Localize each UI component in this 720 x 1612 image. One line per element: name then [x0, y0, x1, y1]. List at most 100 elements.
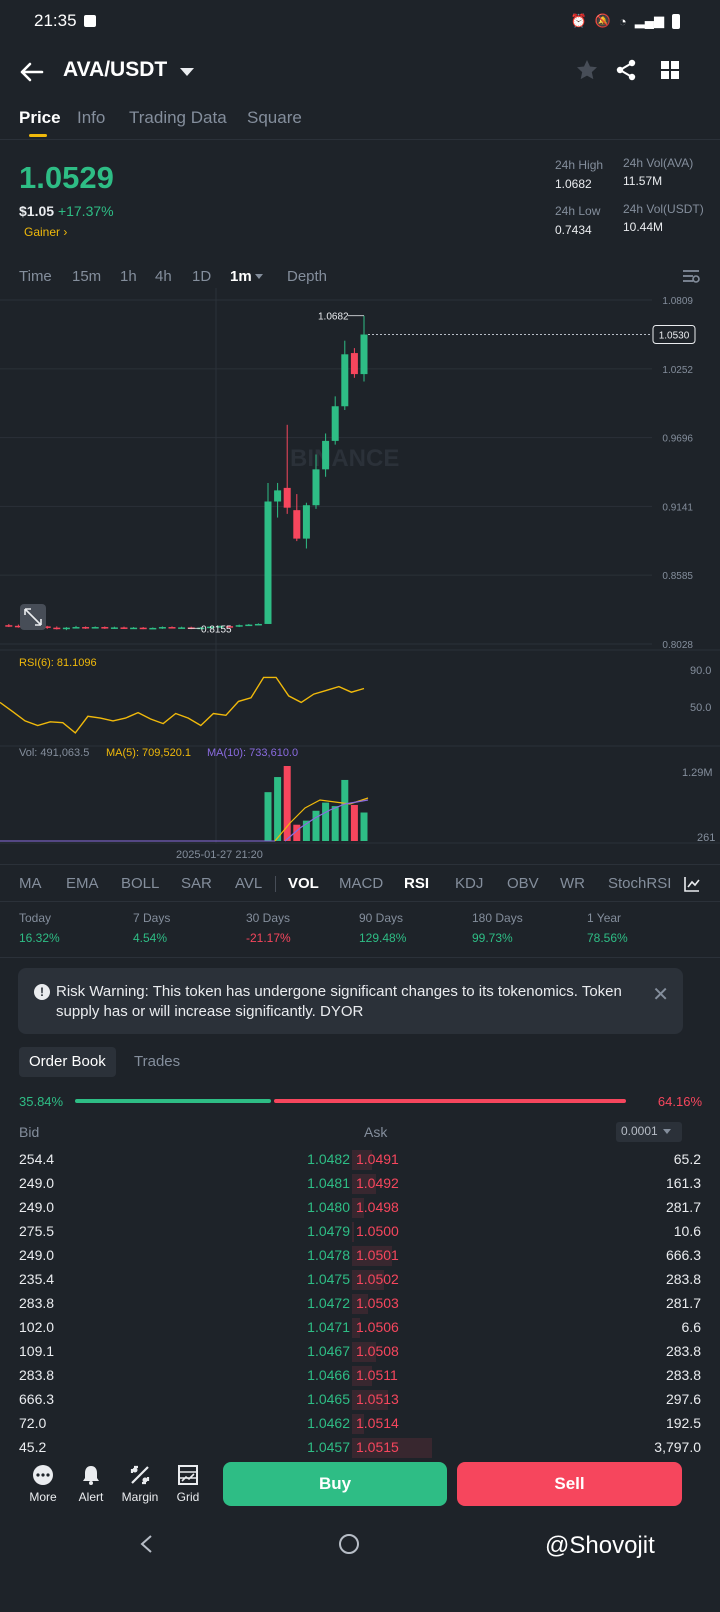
bid-quantity: 283.8 [19, 1295, 55, 1311]
order-book-row[interactable]: 283.8 1.0466 1.0511 283.8 [0, 1364, 720, 1388]
more-label: More [29, 1490, 57, 1504]
ask-ratio-bar [274, 1099, 626, 1103]
more-button[interactable]: More [18, 1464, 68, 1504]
candle-body [293, 510, 301, 539]
close-icon[interactable]: ✕ [652, 982, 669, 1007]
interval-1h[interactable]: 1h [120, 268, 137, 285]
interval-depth[interactable]: Depth [287, 268, 327, 285]
pair-title[interactable]: AVA/USDT [63, 58, 167, 82]
ask-price: 1.0501 [356, 1247, 399, 1263]
order-book-row[interactable]: 249.0 1.0478 1.0501 666.3 [0, 1244, 720, 1268]
order-book-row[interactable]: 283.8 1.0472 1.0503 281.7 [0, 1292, 720, 1316]
price-chart[interactable]: BINANCE 1.0809 1.0252 0.9696 0.9141 0.8585 0.… [0, 288, 720, 862]
grid-layout-icon[interactable] [658, 58, 682, 82]
indicator-avl[interactable]: AVL [235, 875, 262, 892]
ask-quantity: 297.6 [665, 1391, 701, 1407]
warning-icon: ! [34, 984, 50, 1000]
sell-button[interactable]: Sell [457, 1462, 682, 1506]
nav-back-icon[interactable] [138, 1534, 154, 1554]
tab-price[interactable]: Price [19, 108, 61, 128]
volume-bar [360, 812, 368, 841]
indicator-settings-icon[interactable] [684, 876, 700, 892]
candle-body [5, 625, 13, 627]
wifi-icon: ◔ [618, 13, 627, 29]
back-arrow-icon[interactable] [18, 60, 44, 84]
candle-body [360, 334, 368, 375]
high-label: 24h High [555, 158, 604, 172]
order-book-row[interactable]: 102.0 1.0471 1.0506 6.6 [0, 1316, 720, 1340]
order-book-row[interactable]: 72.0 1.0462 1.0514 192.5 [0, 1412, 720, 1436]
order-book-row[interactable]: 45.2 1.0457 1.0515 3,797.0 [0, 1436, 720, 1458]
bid-quantity: 249.0 [19, 1247, 55, 1263]
indicator-wr[interactable]: WR [560, 875, 585, 892]
indicator-ma[interactable]: MA [19, 875, 42, 892]
risk-warning-text: Risk Warning: This token has undergone s… [56, 983, 622, 1020]
star-icon[interactable] [575, 58, 599, 82]
indicator-ema[interactable]: EMA [66, 875, 99, 892]
low-value: 0.7434 [555, 223, 592, 237]
chart-settings-icon[interactable] [682, 268, 700, 284]
tab-order-book[interactable]: Order Book [19, 1047, 116, 1077]
indicator-macd[interactable]: MACD [339, 875, 383, 892]
ask-quantity: 281.7 [665, 1295, 701, 1311]
buy-button[interactable]: Buy [223, 1462, 447, 1506]
bid-price: 1.0481 [307, 1175, 350, 1191]
order-book-row[interactable]: 666.3 1.0465 1.0513 297.6 [0, 1388, 720, 1412]
bid-price: 1.0467 [307, 1343, 350, 1359]
usd-price-line: $1.05 +17.37% [19, 203, 114, 219]
precision-caret-icon[interactable] [663, 1129, 671, 1134]
bid-price: 1.0478 [307, 1247, 350, 1263]
nav-home-icon[interactable] [338, 1533, 360, 1555]
interval-time[interactable]: Time [19, 268, 52, 285]
vol-quote-label: 24h Vol(USDT) [623, 202, 704, 216]
indicator-rsi[interactable]: RSI [404, 875, 429, 892]
margin-button[interactable]: Margin [115, 1464, 165, 1504]
pair-dropdown-icon[interactable] [180, 68, 194, 76]
last-price: 1.0529 [19, 160, 114, 195]
perf-label-180d: 180 Days [472, 911, 523, 925]
vol-quote-value: 10.44M [623, 220, 664, 234]
interval-4h[interactable]: 4h [155, 268, 172, 285]
status-time: 21:35 [34, 11, 77, 30]
candle-body [53, 627, 61, 630]
indicator-obv[interactable]: OBV [507, 875, 539, 892]
ask-quantity: 283.8 [665, 1271, 701, 1287]
tab-info[interactable]: Info [77, 108, 105, 128]
ask-price: 1.0498 [356, 1199, 399, 1215]
candle-body [101, 627, 109, 629]
bid-price: 1.0462 [307, 1415, 350, 1431]
interval-1d[interactable]: 1D [192, 268, 211, 285]
bid-price: 1.0466 [307, 1367, 350, 1383]
alert-button[interactable]: Alert [66, 1464, 116, 1504]
precision-dropdown[interactable]: 0.0001 [616, 1122, 682, 1142]
indicator-sar[interactable]: SAR [181, 875, 212, 892]
main-tabs: Price Info Trading Data Square [0, 100, 720, 140]
tab-trading-data[interactable]: Trading Data [129, 108, 227, 128]
interval-caret-icon[interactable] [255, 274, 263, 279]
tab-trades[interactable]: Trades [124, 1047, 190, 1077]
ask-quantity: 3,797.0 [654, 1439, 701, 1455]
perf-value-30d: -21.17% [246, 931, 291, 945]
indicator-kdj[interactable]: KDJ [455, 875, 483, 892]
order-book-row[interactable]: 249.0 1.0481 1.0492 161.3 [0, 1172, 720, 1196]
active-tab-indicator [29, 134, 47, 137]
indicator-stochrsi[interactable]: StochRSI [608, 875, 671, 892]
share-icon[interactable] [614, 58, 638, 82]
order-book-row[interactable]: 275.5 1.0479 1.0500 10.6 [0, 1220, 720, 1244]
order-book-row[interactable]: 109.1 1.0467 1.0508 283.8 [0, 1340, 720, 1364]
indicator-boll[interactable]: BOLL [121, 875, 159, 892]
interval-1m[interactable]: 1m [230, 268, 252, 285]
candle-body [158, 627, 166, 629]
order-book-row[interactable]: 249.0 1.0480 1.0498 281.7 [0, 1196, 720, 1220]
grid-button[interactable]: Grid [163, 1464, 213, 1504]
expand-chart-button[interactable] [20, 604, 46, 630]
candle-body [312, 469, 320, 506]
status-icons: ⏰ 🔕 ◔ ▂▄▆ [571, 13, 680, 29]
order-book-row[interactable]: 235.4 1.0475 1.0502 283.8 [0, 1268, 720, 1292]
tab-square[interactable]: Square [247, 108, 302, 128]
interval-15m[interactable]: 15m [72, 268, 101, 285]
volume-tick-min: 261 [697, 832, 715, 844]
order-book-row[interactable]: 254.4 1.0482 1.0491 65.2 [0, 1148, 720, 1172]
indicator-vol[interactable]: VOL [288, 875, 319, 892]
gainer-tag[interactable]: Gainer › [24, 225, 67, 239]
